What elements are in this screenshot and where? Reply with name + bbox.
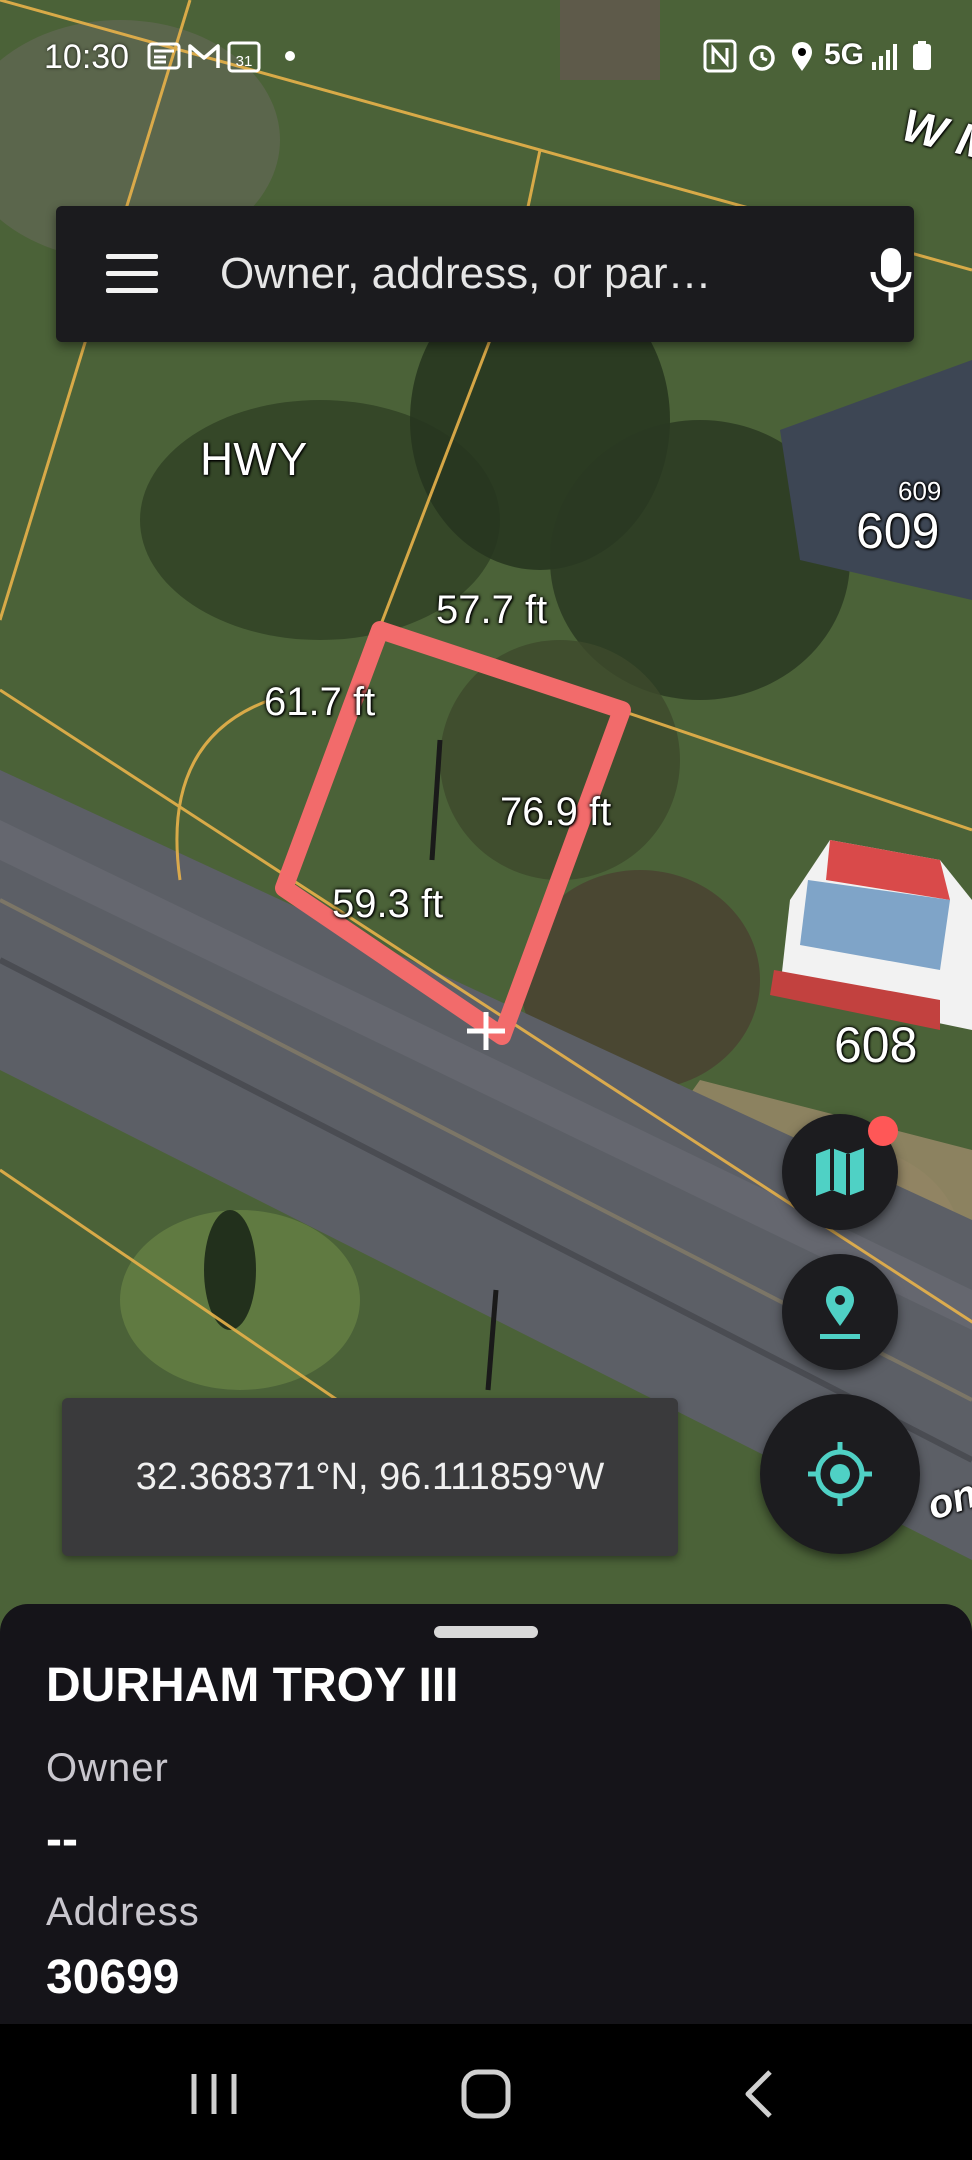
- notification-dot-icon: [285, 51, 295, 61]
- address-value: --: [46, 1813, 78, 1866]
- microphone-icon[interactable]: [856, 240, 926, 310]
- battery-icon: [913, 41, 931, 70]
- dimension-label-top: 57.7 ft: [436, 588, 548, 632]
- location-icon: [792, 42, 812, 71]
- gmail-icon: [188, 44, 220, 68]
- calendar-day: 31: [236, 53, 253, 70]
- home-icon[interactable]: [446, 2054, 526, 2134]
- parcel-details-sheet[interactable]: DURHAM TROY III Owner -- Address 30699: [0, 1604, 972, 2024]
- coordinates-text: 32.368371°N, 96.111859°W: [135, 1455, 605, 1498]
- map-layers-button[interactable]: [782, 1114, 898, 1230]
- status-bar: 10:30 31 5G: [0, 0, 972, 110]
- map-layers-icon: [816, 1148, 864, 1196]
- coordinates-toast: 32.368371°N, 96.111859°W: [62, 1398, 678, 1556]
- owner-label: Owner: [46, 1746, 169, 1790]
- parcel-id: 30699: [46, 1951, 180, 2004]
- hamburger-menu-icon[interactable]: [94, 244, 168, 304]
- system-navigation-bar: [0, 2024, 972, 2160]
- nfc-icon: [703, 39, 737, 73]
- calendar-icon: 31: [227, 41, 261, 73]
- my-location-icon: [808, 1442, 872, 1506]
- my-location-button[interactable]: [760, 1394, 920, 1554]
- notification-badge: [868, 1116, 898, 1146]
- search-input[interactable]: [220, 238, 800, 310]
- dimension-label-left: 61.7 ft: [264, 680, 376, 724]
- alarm-icon: [749, 45, 775, 71]
- drop-pin-icon: [820, 1286, 860, 1339]
- news-icon: [147, 42, 181, 70]
- drop-pin-button[interactable]: [782, 1254, 898, 1370]
- sheet-drag-handle[interactable]: [434, 1626, 538, 1638]
- parcel-number: 609: [856, 503, 940, 559]
- network-type: 5G: [824, 38, 865, 71]
- address-label: Address: [46, 1890, 200, 1934]
- owner-name: DURHAM TROY III: [46, 1659, 459, 1712]
- road-label: HWY: [200, 433, 308, 485]
- back-icon[interactable]: [720, 2054, 800, 2134]
- status-time: 10:30: [44, 38, 130, 76]
- search-bar: [56, 206, 914, 342]
- dimension-label-right: 76.9 ft: [500, 790, 612, 834]
- parcel-number: 608: [834, 1017, 918, 1073]
- dimension-label-bottom: 59.3 ft: [332, 882, 444, 926]
- app-screen: HWY W M 609 609 608 on 57.7 ft 61.7 ft 7…: [0, 0, 972, 2160]
- recent-apps-icon[interactable]: [174, 2054, 254, 2134]
- signal-icon: [872, 44, 897, 70]
